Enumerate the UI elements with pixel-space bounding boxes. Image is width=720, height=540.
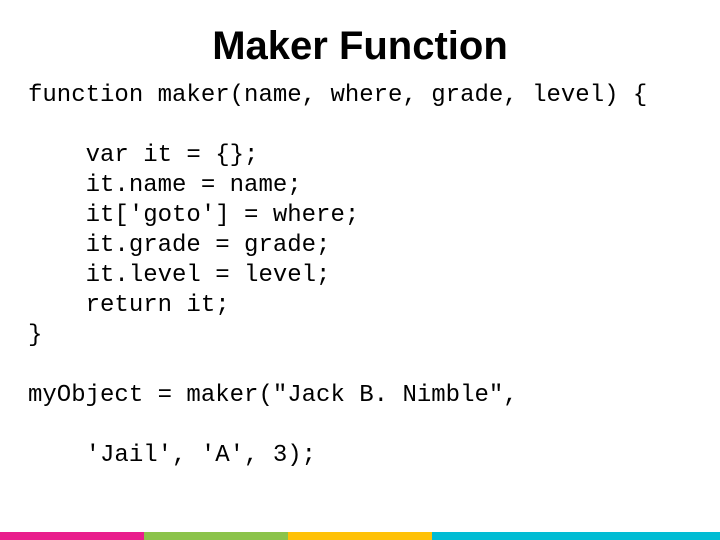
slide: Maker Function function maker(name, wher… bbox=[0, 0, 720, 540]
footer-bar bbox=[0, 532, 720, 540]
footer-segment-green bbox=[144, 532, 288, 540]
slide-title: Maker Function bbox=[0, 0, 720, 81]
footer-segment-cyan bbox=[432, 532, 720, 540]
footer-segment-yellow bbox=[288, 532, 432, 540]
footer-segment-pink bbox=[0, 532, 144, 540]
code-block: function maker(name, where, grade, level… bbox=[0, 81, 720, 471]
